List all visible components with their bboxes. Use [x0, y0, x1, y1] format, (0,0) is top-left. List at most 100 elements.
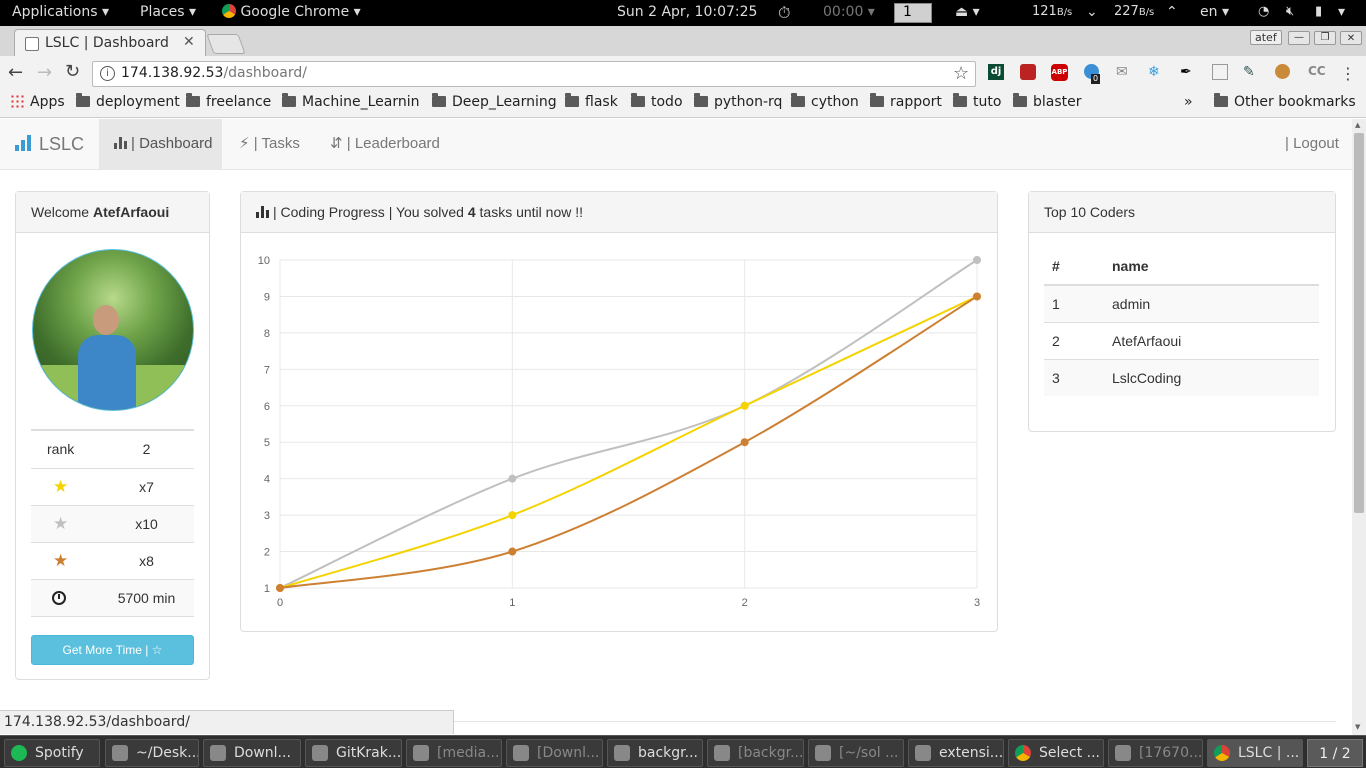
wand-icon[interactable]: ✒ [1180, 64, 1192, 80]
stats-row-bronze: ★ x8 [31, 542, 194, 579]
window-label: GitKrak... [336, 745, 402, 761]
battery-icon[interactable]: ▮ [1315, 4, 1322, 19]
bolt-icon: ⚡︎ [239, 135, 250, 152]
sort-icon: ⇵ [330, 135, 343, 152]
folder-icon [432, 93, 446, 107]
get-more-time-button[interactable]: Get More Time | ☆ [31, 635, 194, 665]
bookmarks-overflow[interactable]: » [1184, 94, 1193, 110]
volume-muted-icon[interactable]: 🔇︎ [1286, 4, 1294, 19]
y-tick-label: 9 [264, 291, 270, 303]
taskbar-window[interactable]: [~/sol ... [808, 739, 904, 767]
info-icon[interactable]: i [100, 66, 115, 81]
wifi-icon[interactable]: ◔ [1258, 4, 1269, 19]
places-menu[interactable]: Places ▾ [140, 4, 196, 20]
bookmark-folder[interactable]: python-rq [694, 93, 782, 110]
bookmark-folder[interactable]: flask [565, 93, 618, 110]
new-tab-button[interactable] [206, 34, 246, 54]
bookmark-folder[interactable]: deployment [76, 93, 180, 110]
silver-count: x10 [135, 515, 158, 532]
nav-dashboard-label: | Dashboard [131, 135, 213, 152]
extensions-area: dj ABP 0 ✉ ❄ ✒ ✎ CC ⋮ [984, 64, 1364, 84]
taskbar-window[interactable]: [17670... [1108, 739, 1203, 767]
taskbar-window[interactable]: backgr... [607, 739, 703, 767]
maximize-icon[interactable]: ❐ [1314, 31, 1336, 45]
minimize-icon[interactable]: — [1288, 31, 1310, 45]
close-window-icon[interactable]: ✕ [1340, 31, 1362, 45]
taskbar-window[interactable]: [Downl... [506, 739, 603, 767]
taskbar-window[interactable]: extensi... [908, 739, 1004, 767]
back-icon[interactable]: ← [8, 62, 23, 83]
bookmark-folder[interactable]: freelance [186, 93, 271, 110]
tab-lslc-dashboard[interactable]: LSLC | Dashboard ✕ [14, 29, 206, 57]
window-label: ~/Desk... [136, 745, 199, 761]
cookie-icon[interactable] [1275, 64, 1290, 79]
page-scrollbar[interactable]: ▲ ▼ [1352, 119, 1366, 735]
net-up-speed: 227B/s [1114, 4, 1154, 19]
scroll-down-icon[interactable]: ▼ [1355, 723, 1360, 731]
bar-chart-icon [256, 206, 270, 218]
other-bookmarks[interactable]: Other bookmarks [1214, 93, 1356, 110]
header-rank: # [1052, 258, 1060, 274]
brand-link[interactable]: LSLC [15, 119, 84, 169]
django-icon[interactable]: dj [988, 64, 1004, 80]
nav-dashboard[interactable]: | Dashboard [99, 119, 222, 169]
timer-display[interactable]: 00:00 ▾ [823, 4, 875, 20]
chrome-icon [222, 4, 236, 18]
rank-label: rank [47, 441, 75, 458]
places-label: Places [140, 4, 185, 20]
eyedropper-icon[interactable]: ✎ [1243, 64, 1255, 80]
scroll-up-icon[interactable]: ▲ [1355, 121, 1360, 129]
taskbar-window[interactable]: Downl... [203, 739, 301, 767]
menu-dots-icon[interactable]: ⋮ [1340, 64, 1356, 83]
close-tab-icon[interactable]: ✕ [183, 34, 195, 50]
adblock-icon[interactable]: ABP [1051, 64, 1068, 81]
timer-value: 00:00 [823, 4, 864, 20]
language-menu[interactable]: en ▾ [1200, 4, 1229, 20]
clock[interactable]: Sun 2 Apr, 10:07:25 [617, 4, 757, 20]
scrollbar-thumb[interactable] [1354, 133, 1364, 513]
power-menu[interactable]: ▾ [1338, 4, 1345, 20]
forward-icon[interactable]: → [37, 62, 52, 83]
bookmark-folder[interactable]: Deep_Learning [432, 93, 557, 110]
applications-menu[interactable]: Applications ▾ [12, 4, 109, 20]
taskbar-window[interactable]: GitKrak... [305, 739, 402, 767]
workspace-indicator[interactable]: 1 [894, 3, 932, 23]
bookmark-folder[interactable]: blaster [1013, 93, 1082, 110]
taskbar-window[interactable]: Select ... [1008, 739, 1104, 767]
nav-leaderboard[interactable]: ⇵ | Leaderboard [330, 119, 440, 169]
bookmark-folder[interactable]: cython [791, 93, 859, 110]
reload-icon[interactable]: ↻ [65, 61, 80, 82]
taskbar-window[interactable]: ~/Desk... [105, 739, 199, 767]
net-up-unit: B/s [1138, 7, 1155, 18]
mail-icon[interactable]: ✉ [1116, 64, 1128, 80]
snowflake-icon[interactable]: ❄ [1148, 64, 1160, 80]
bookmark-folder[interactable]: tuto [953, 93, 1001, 110]
nav-tasks[interactable]: ⚡︎ | Tasks [239, 119, 300, 169]
extension-icon[interactable] [1020, 64, 1036, 80]
nav-logout[interactable]: | Logout [1285, 119, 1339, 169]
bookmark-folder[interactable]: Machine_Learning [282, 93, 420, 110]
cc-icon[interactable]: CC [1308, 64, 1326, 78]
net-down-value: 121 [1032, 4, 1057, 19]
timer-icon[interactable]: ⏱ [778, 3, 790, 23]
screenshot-icon[interactable] [1212, 64, 1228, 80]
taskbar-window[interactable]: LSLC | ... [1207, 739, 1303, 767]
progress-panel-header: | Coding Progress | You solved 4 tasks u… [241, 192, 997, 233]
folder-icon [565, 93, 579, 107]
avatar-head [93, 305, 119, 335]
upload-arrow-icon[interactable]: ⏏ ▾ [955, 4, 980, 20]
app-menu[interactable]: Google Chrome ▾ [222, 4, 361, 20]
taskbar-window[interactable]: [media... [406, 739, 502, 767]
leaderboard-panel-header: Top 10 Coders [1029, 192, 1335, 233]
profile-badge[interactable]: atef [1250, 30, 1282, 45]
bookmark-star-icon[interactable]: ☆ [953, 63, 969, 84]
bookmark-folder[interactable]: todo [631, 93, 683, 110]
taskbar-window[interactable]: Spotify [4, 739, 100, 767]
bookmark-apps[interactable]: Apps [10, 94, 65, 110]
bookmark-folder[interactable]: rapport [870, 93, 942, 110]
window-label: Downl... [234, 745, 291, 761]
taskbar-window[interactable]: [backgr... [707, 739, 804, 767]
workspace-pager[interactable]: 1 / 2 [1307, 739, 1363, 767]
address-bar[interactable]: i 174.138.92.53/dashboard/ ☆ [92, 61, 976, 87]
data-point [973, 256, 981, 264]
